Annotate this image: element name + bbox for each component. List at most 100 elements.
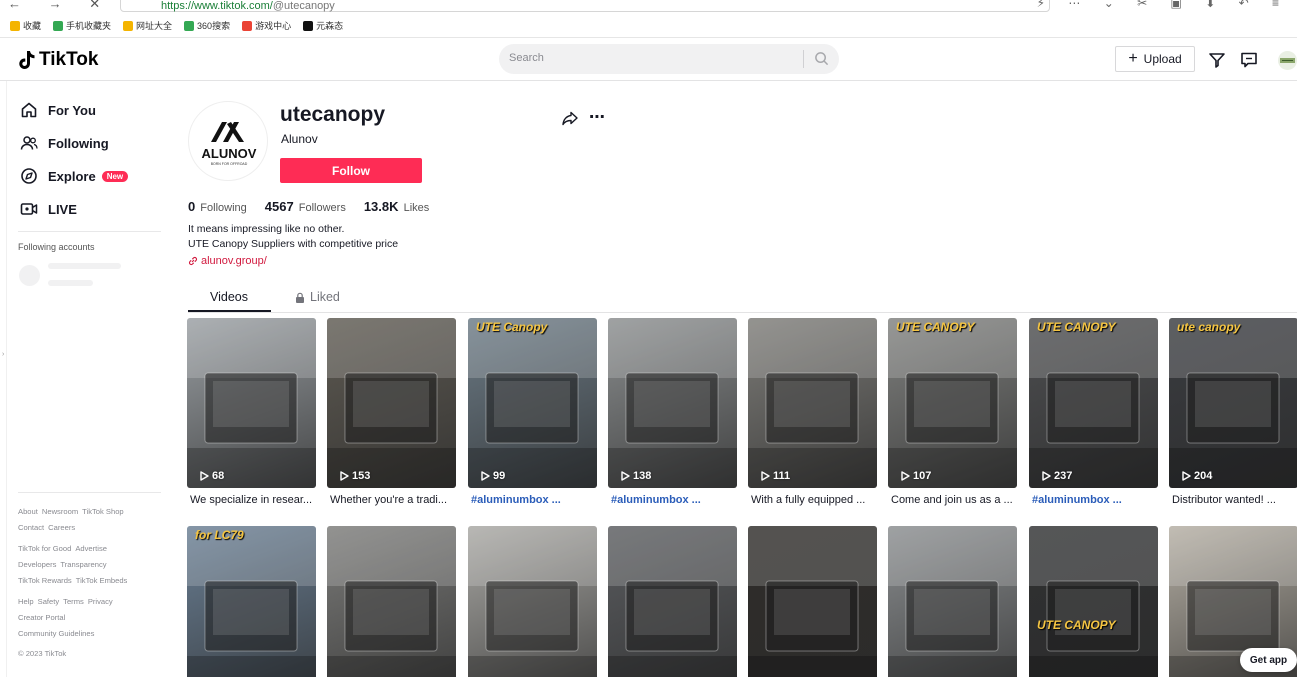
- bookmark-item[interactable]: 收藏: [10, 19, 41, 32]
- collapse-arrow-icon[interactable]: ›: [2, 351, 4, 358]
- video-caption[interactable]: With a fully equipped ...: [751, 494, 877, 506]
- video-thumbnail[interactable]: for LC79: [187, 526, 316, 677]
- bookmark-item[interactable]: 网址大全: [123, 19, 172, 32]
- bookmark-icon: [10, 20, 20, 31]
- footer-link[interactable]: TikTok Embeds: [76, 576, 128, 585]
- home-icon: [21, 102, 37, 118]
- address-bar[interactable]: https://www.tiktok.com/@utecanopy: [120, 0, 1050, 12]
- video-thumbnail[interactable]: UTE Canopy 99: [468, 318, 597, 488]
- footer-link[interactable]: Contact: [18, 523, 44, 532]
- video-thumbnail[interactable]: [608, 526, 737, 677]
- video-thumbnail[interactable]: UTE CANOPY 237: [1029, 318, 1158, 488]
- footer-link[interactable]: Creator Portal: [18, 613, 65, 622]
- video-thumbnail[interactable]: 138: [608, 318, 737, 488]
- play-icon: [1042, 471, 1051, 481]
- video-thumbnail[interactable]: 153: [327, 318, 456, 488]
- view-count: 153: [339, 470, 370, 482]
- footer-link-row: Contact Careers: [18, 523, 79, 532]
- view-count: 138: [620, 470, 651, 482]
- more-options-icon[interactable]: ⋯: [589, 107, 606, 127]
- follow-button[interactable]: Follow: [280, 158, 422, 183]
- compass-icon: [21, 168, 37, 184]
- thumbnail-overlay-text: for LC79: [195, 528, 244, 542]
- profile-avatar[interactable]: ALUNOV BORN FOR OFFROAD: [188, 101, 268, 181]
- video-caption[interactable]: #aluminumbox ...: [611, 494, 737, 506]
- logo-text: TikTok: [39, 49, 99, 70]
- video-thumbnail[interactable]: [748, 526, 877, 677]
- messages-icon[interactable]: [1240, 51, 1258, 69]
- stat-followers[interactable]: 4567 Followers: [265, 199, 346, 214]
- browser-extension-icons[interactable]: ⚡ ⋯ ⌄ ✂ ▣ ⬇ ↶ ≡: [1037, 0, 1289, 10]
- stat-following[interactable]: 0 Following: [188, 199, 247, 214]
- footer-link[interactable]: Terms: [63, 597, 84, 606]
- video-caption[interactable]: Come and join us as a ...: [891, 494, 1017, 506]
- upload-button[interactable]: + Upload: [1115, 46, 1195, 72]
- bookmark-item[interactable]: 元森态: [303, 19, 343, 32]
- video-thumbnail[interactable]: ute canopy 204: [1169, 318, 1297, 488]
- tab-liked[interactable]: Liked: [295, 290, 340, 304]
- bookmark-item[interactable]: 360搜索: [184, 19, 230, 32]
- footer-link[interactable]: Help: [18, 597, 34, 606]
- footer-link[interactable]: About: [18, 507, 38, 516]
- sidebar-item-label: LIVE: [48, 201, 77, 217]
- footer-link[interactable]: Careers: [48, 523, 75, 532]
- sidebar-item-live[interactable]: LIVE: [20, 200, 77, 218]
- video-thumbnail[interactable]: UTE CANOPY: [1029, 526, 1158, 677]
- sidebar-divider: [18, 492, 161, 493]
- play-icon: [481, 471, 490, 481]
- footer-link[interactable]: TikTok Rewards: [18, 576, 72, 585]
- thumbnail-scene: [468, 526, 597, 677]
- video-caption[interactable]: Distributor wanted! ...: [1172, 494, 1297, 506]
- thumbnail-scene: [748, 318, 877, 488]
- video-thumbnail[interactable]: UTE CANOPY 107: [888, 318, 1017, 488]
- video-caption[interactable]: #aluminumbox ...: [471, 494, 597, 506]
- footer-link[interactable]: Developers: [18, 560, 56, 569]
- tab-liked-label: Liked: [310, 290, 340, 304]
- play-icon: [200, 471, 209, 481]
- get-app-button[interactable]: Get app: [1240, 648, 1297, 672]
- profile-link[interactable]: alunov.group/: [188, 255, 267, 267]
- thumbnail-scene: [608, 526, 737, 677]
- thumbnail-overlay-text: UTE Canopy: [476, 320, 548, 334]
- search-bar[interactable]: Search: [499, 44, 839, 74]
- video-thumbnail[interactable]: [327, 526, 456, 677]
- users-icon: [20, 136, 38, 150]
- new-badge: New: [101, 170, 129, 182]
- account-skeleton-avatar: [19, 265, 40, 286]
- share-icon[interactable]: [562, 110, 578, 126]
- footer-link[interactable]: Safety: [38, 597, 60, 606]
- profile-stats: 0 Following 4567 Followers 13.8K Likes: [188, 199, 429, 214]
- footer-link[interactable]: Privacy: [88, 597, 113, 606]
- sidebar-item-following[interactable]: Following: [20, 134, 109, 152]
- tab-videos[interactable]: Videos: [210, 290, 248, 304]
- browser-toolbar: ← → ✕ ⌂ https://www.tiktok.com/@utecanop…: [0, 0, 1297, 14]
- footer-link[interactable]: TikTok Shop: [82, 507, 124, 516]
- video-thumbnail[interactable]: [888, 526, 1017, 677]
- footer-link[interactable]: Transparency: [60, 560, 106, 569]
- bookmark-label: 元森态: [316, 21, 344, 31]
- sidebar-item-explore[interactable]: Explore New: [20, 167, 129, 185]
- footer-link[interactable]: TikTok for Good: [18, 544, 71, 553]
- video-caption[interactable]: We specialize in resear...: [190, 494, 316, 506]
- thumbnail-scene: [327, 318, 456, 488]
- bookmark-item[interactable]: 游戏中心: [242, 19, 291, 32]
- footer-link[interactable]: Advertise: [75, 544, 107, 553]
- search-icon[interactable]: [814, 51, 829, 66]
- video-caption[interactable]: Whether you're a tradi...: [330, 494, 456, 506]
- video-caption[interactable]: #aluminumbox ...: [1032, 494, 1158, 506]
- footer-link-row: Developers Transparency: [18, 560, 111, 569]
- inbox-filter-icon[interactable]: [1208, 51, 1226, 69]
- footer-link[interactable]: Newsroom: [42, 507, 78, 516]
- address-text: https://www.tiktok.com/@utecanopy: [161, 0, 335, 12]
- following-accounts-title: Following accounts: [18, 242, 95, 252]
- tiktok-logo[interactable]: TikTok: [18, 49, 98, 71]
- search-input[interactable]: Search: [509, 52, 544, 64]
- video-thumbnail[interactable]: 111: [748, 318, 877, 488]
- user-avatar[interactable]: [1278, 51, 1297, 70]
- sidebar-item-for-you[interactable]: For You: [20, 101, 96, 119]
- video-thumbnail[interactable]: 68: [187, 318, 316, 488]
- video-thumbnail[interactable]: [468, 526, 597, 677]
- thumbnail-scene: [888, 526, 1017, 677]
- footer-link[interactable]: Community Guidelines: [18, 629, 94, 638]
- bookmark-item[interactable]: 手机收藏夹: [53, 19, 111, 32]
